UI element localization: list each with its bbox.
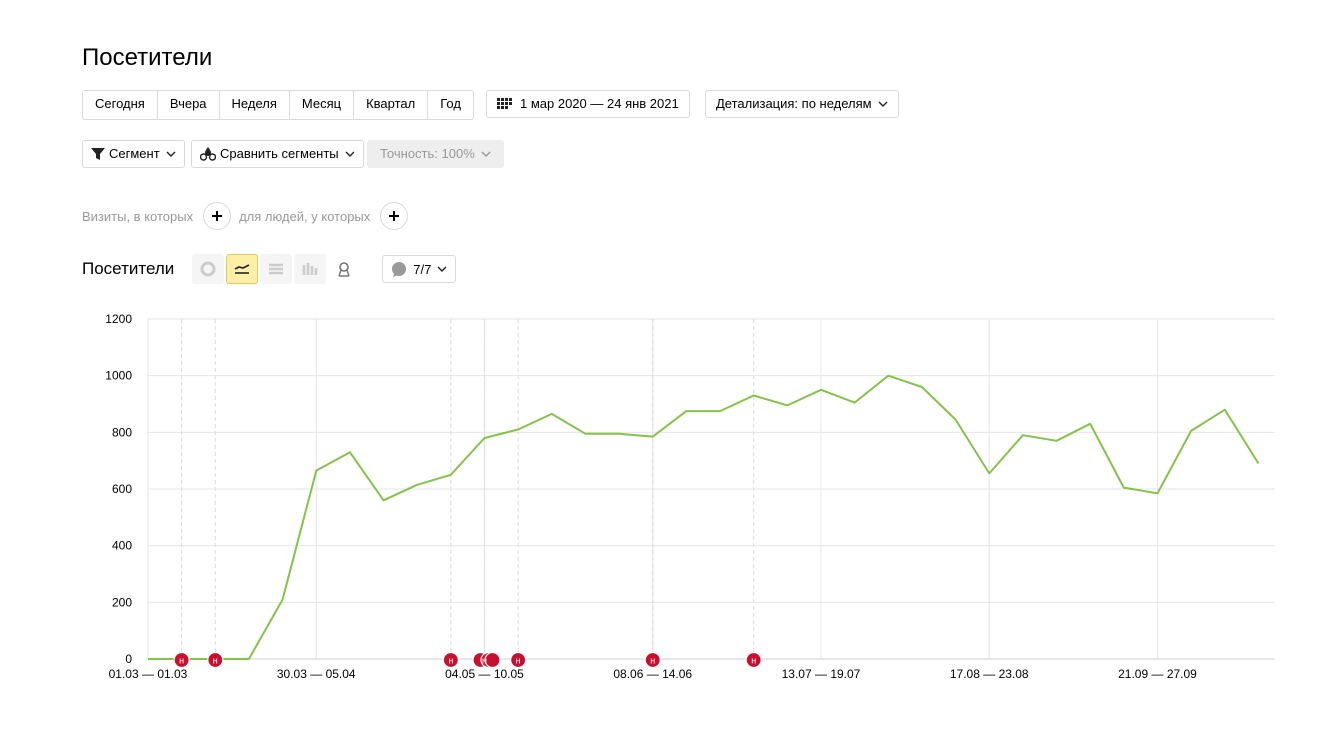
area-chart-icon xyxy=(269,263,284,275)
segment-label: Сегмент xyxy=(109,146,160,161)
x-tick-label: 17.08 — 23.08 xyxy=(950,667,1029,681)
note-marker-label: н xyxy=(516,656,521,666)
detail-label: Детализация: по неделям xyxy=(716,96,872,111)
people-filter-label: для людей, у которых xyxy=(239,208,371,224)
bar-chart-view-button[interactable] xyxy=(294,254,327,284)
x-tick-label: 30.03 — 05.04 xyxy=(277,667,356,681)
chevron-down-icon xyxy=(345,151,355,157)
note-marker-label: н xyxy=(650,656,655,666)
line-chart-icon xyxy=(234,264,250,274)
note-marker-label: н xyxy=(179,656,184,666)
calendar-icon xyxy=(497,98,513,110)
compare-label: Сравнить сегменты xyxy=(220,146,339,161)
x-tick-label: 08.06 — 14.06 xyxy=(613,667,692,681)
plus-icon xyxy=(389,211,400,221)
date-range-button[interactable]: 1 мар 2020 — 24 янв 2021 xyxy=(486,90,690,118)
visits-filter-label: Визиты, в которых xyxy=(82,208,194,224)
accuracy-dropdown[interactable]: Точность: 100% xyxy=(367,140,504,168)
chevron-down-icon xyxy=(166,151,176,157)
compare-segments-dropdown[interactable]: Сравнить сегменты xyxy=(191,140,364,168)
add-people-condition-button[interactable] xyxy=(380,202,409,230)
y-tick-label: 800 xyxy=(112,425,132,439)
visitors-series-line xyxy=(148,374,1260,660)
pie-chart-view-button[interactable] xyxy=(192,254,225,284)
y-tick-label: 200 xyxy=(112,595,132,609)
period-today-button[interactable]: Сегодня xyxy=(83,91,158,119)
note-marker-label: н xyxy=(213,656,218,666)
drops-icon xyxy=(200,147,216,161)
period-selector: Сегодня Вчера Неделя Месяц Квартал Год xyxy=(82,90,474,120)
note-marker-label: н xyxy=(448,656,453,666)
notes-dropdown[interactable]: 7/7 xyxy=(382,255,457,283)
page-title: Посетители xyxy=(82,44,213,71)
notes-count: 7/7 xyxy=(413,261,432,277)
add-visit-condition-button[interactable] xyxy=(203,202,232,230)
chevron-down-icon xyxy=(481,151,491,157)
map-view-button[interactable] xyxy=(328,254,360,284)
line-chart-view-button[interactable] xyxy=(226,254,259,284)
y-tick-label: 600 xyxy=(112,482,132,496)
chart-header: Посетители 7/7 xyxy=(82,254,457,284)
y-tick-label: 1200 xyxy=(105,312,132,326)
segment-filter-row: Визиты, в которых для людей, у которых xyxy=(82,202,416,230)
segment-dropdown[interactable]: Сегмент xyxy=(82,140,185,168)
note-marker-label: н xyxy=(482,656,487,666)
chevron-down-icon xyxy=(437,266,447,272)
funnel-icon xyxy=(91,148,105,160)
y-tick-label: 400 xyxy=(112,539,132,553)
chart-section-title: Посетители xyxy=(82,259,175,278)
chevron-down-icon xyxy=(878,101,888,107)
period-quarter-button[interactable]: Квартал xyxy=(354,91,429,119)
period-month-button[interactable]: Месяц xyxy=(289,91,355,119)
x-tick-label: 04.05 — 10.05 xyxy=(445,667,524,681)
x-tick-label: 01.03 — 01.03 xyxy=(109,667,188,681)
map-icon xyxy=(338,262,350,277)
plus-icon xyxy=(212,211,223,221)
y-tick-label: 0 xyxy=(125,652,132,666)
detail-dropdown[interactable]: Детализация: по неделям xyxy=(705,90,899,118)
period-yesterday-button[interactable]: Вчера xyxy=(157,91,220,119)
bar-chart-icon xyxy=(302,263,318,275)
comment-icon xyxy=(392,262,407,277)
visitors-line-chart: 0 200 400 600 800 1000 1200 01.03 — 01.03 30.03 … xyxy=(105,312,1275,681)
y-tick-label: 1000 xyxy=(105,369,132,383)
note-marker-label: н xyxy=(751,656,756,666)
period-week-button[interactable]: Неделя xyxy=(219,91,290,119)
x-tick-label: 21.09 — 27.09 xyxy=(1118,667,1197,681)
note-marker xyxy=(484,651,501,669)
area-chart-view-button[interactable] xyxy=(260,254,293,284)
date-range-label: 1 мар 2020 — 24 янв 2021 xyxy=(520,96,679,111)
period-year-button[interactable]: Год xyxy=(428,91,473,119)
accuracy-label: Точность: 100% xyxy=(380,146,475,161)
x-tick-label: 13.07 — 19.07 xyxy=(782,667,861,681)
pie-chart-icon xyxy=(200,261,216,277)
